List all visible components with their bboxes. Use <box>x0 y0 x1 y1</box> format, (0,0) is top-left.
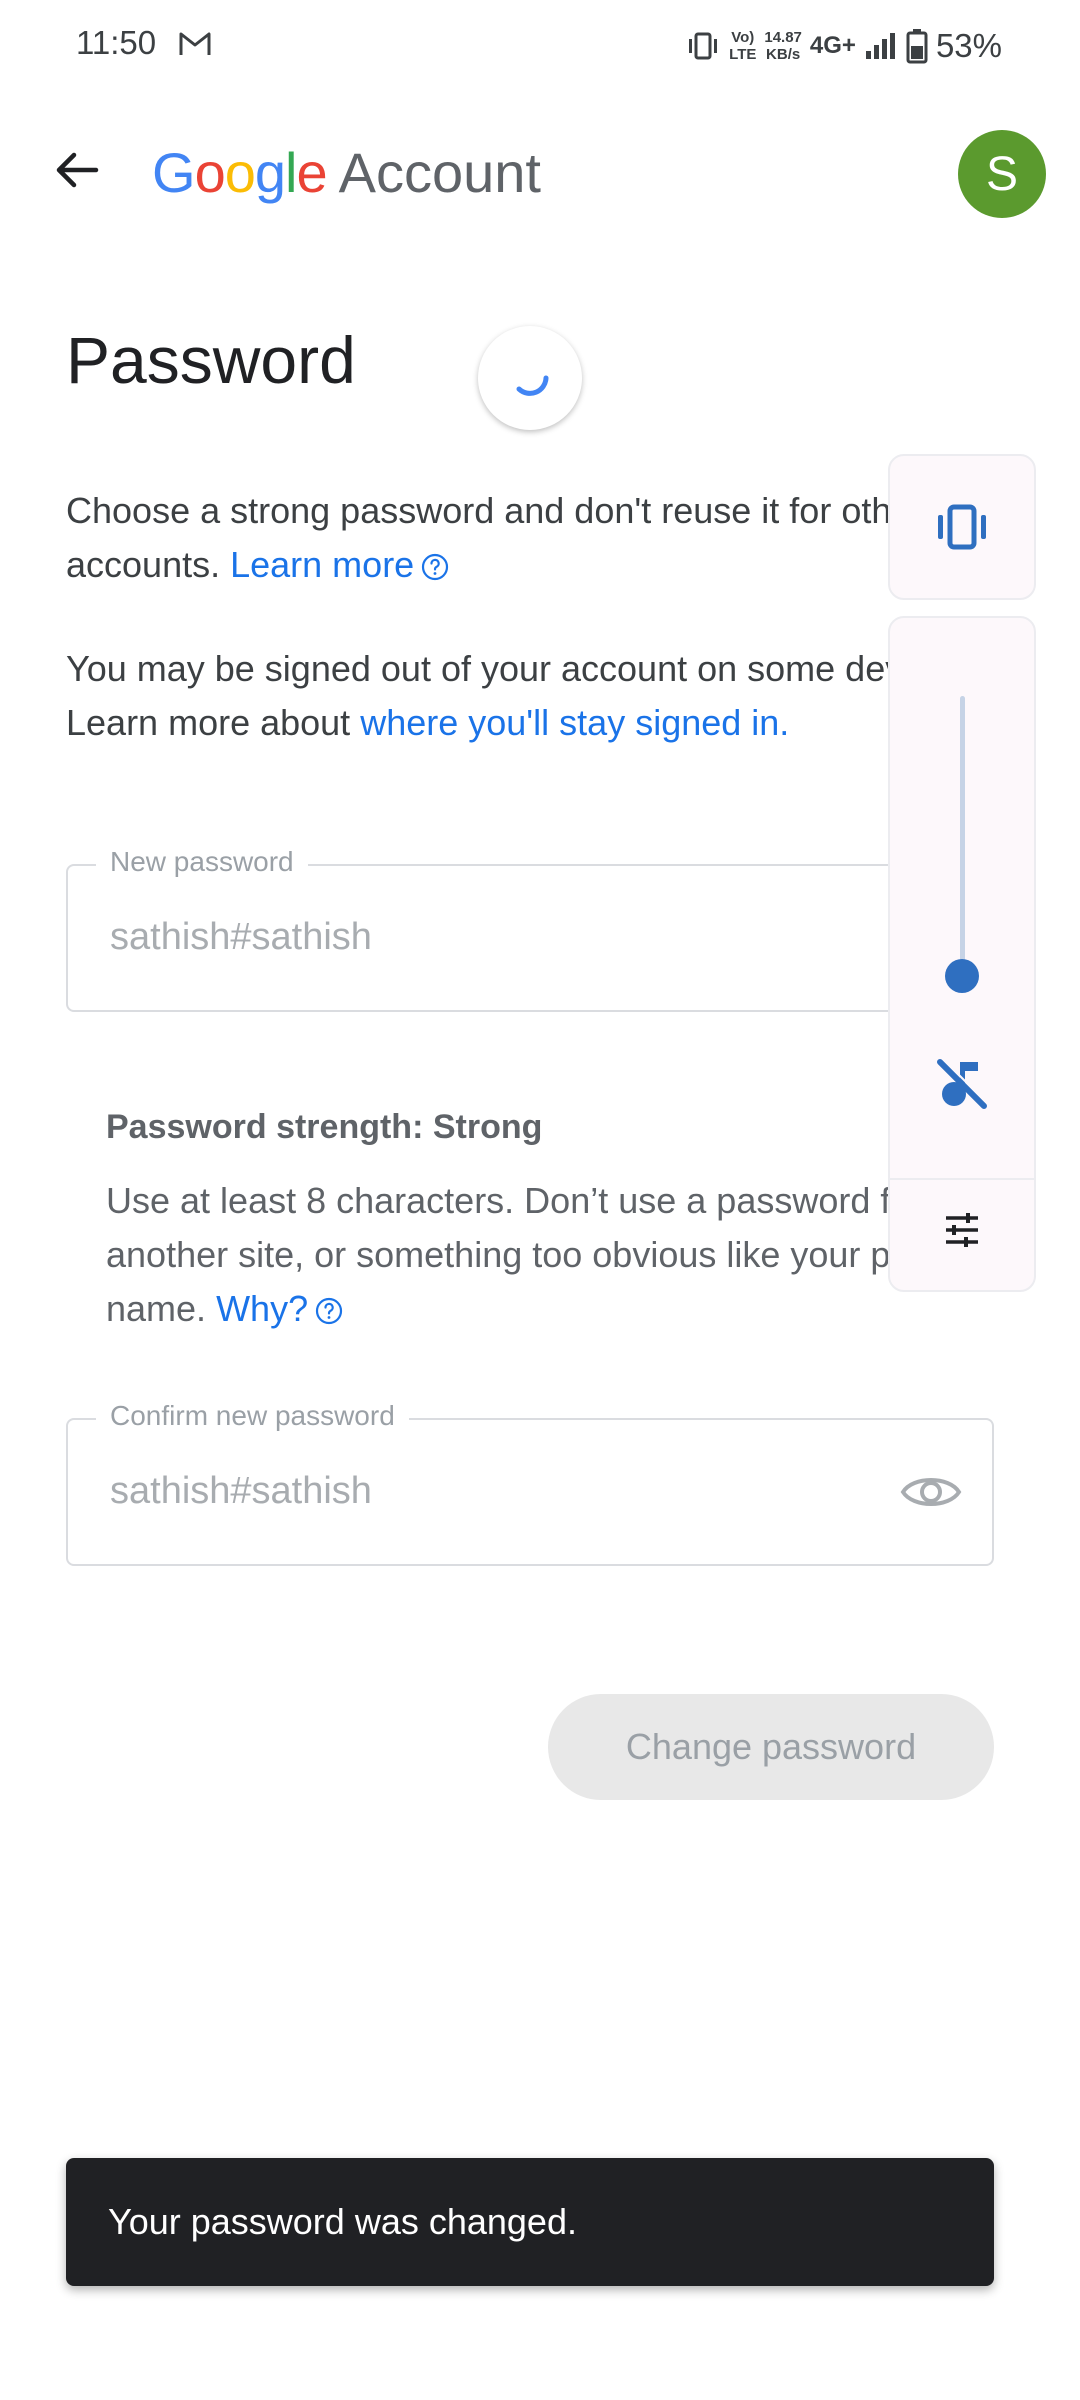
password-strength-hint: Use at least 8 characters. Don’t use a p… <box>106 1174 966 1336</box>
network-type: 4G+ <box>809 32 856 59</box>
stay-signed-in-link[interactable]: where you'll stay signed in. <box>360 702 789 743</box>
sliders-settings-icon[interactable] <box>942 1210 982 1250</box>
confirm-password-label: Confirm new password <box>96 1400 409 1432</box>
new-password-field[interactable]: New password sathish#sathish <box>66 846 994 1012</box>
loading-spinner <box>478 326 582 430</box>
music-muted-icon[interactable] <box>934 1056 990 1112</box>
why-link[interactable]: Why? <box>216 1288 308 1329</box>
new-password-value[interactable]: sathish#sathish <box>110 916 372 959</box>
back-arrow-icon[interactable] <box>52 146 100 194</box>
volume-panel <box>888 616 1036 1292</box>
password-strength-title: Password strength: Strong <box>106 1108 543 1146</box>
help-circle-icon[interactable] <box>420 552 450 582</box>
confirm-password-value[interactable]: sathish#sathish <box>110 1470 372 1513</box>
signal-icon <box>865 33 895 59</box>
battery-icon <box>906 29 928 64</box>
change-password-button[interactable]: Change password <box>548 1694 994 1800</box>
vibrate-icon <box>938 504 986 550</box>
volume-slider-thumb[interactable] <box>945 959 979 993</box>
confirm-password-field[interactable]: Confirm new password sathish#sathish <box>66 1400 994 1566</box>
signout-paragraph: You may be signed out of your account on… <box>66 642 986 750</box>
data-speed: 14.87 KB/s <box>764 29 802 63</box>
status-time: 11:50 <box>76 24 157 61</box>
learn-more-link[interactable]: Learn more <box>230 544 414 585</box>
page-title: Password <box>66 323 356 397</box>
volte-indicator: Vo) LTE <box>729 29 757 63</box>
volume-slider-track[interactable] <box>960 696 965 976</box>
intro-text: Choose a strong password and don't reuse… <box>66 490 924 585</box>
battery-percent: 53% <box>935 27 1002 64</box>
panel-divider <box>890 1178 1034 1180</box>
status-icons: Vo) LTE 14.87 KB/s 4G+ 53% <box>685 20 1002 72</box>
spinner-arc-icon <box>516 375 549 396</box>
help-circle-icon[interactable] <box>314 1296 344 1326</box>
google-account-logo: Google Account <box>152 141 541 204</box>
new-password-label: New password <box>96 846 308 878</box>
intro-paragraph: Choose a strong password and don't reuse… <box>66 484 986 592</box>
vibrate-status-icon <box>689 32 718 60</box>
snackbar-message: Your password was changed. <box>108 2201 577 2242</box>
account-avatar[interactable]: S <box>958 130 1046 218</box>
show-password-eye-icon[interactable] <box>900 1466 962 1518</box>
ringer-mode-button[interactable] <box>888 454 1036 600</box>
gmail-icon <box>179 32 211 55</box>
snackbar: Your password was changed. <box>66 2158 994 2286</box>
